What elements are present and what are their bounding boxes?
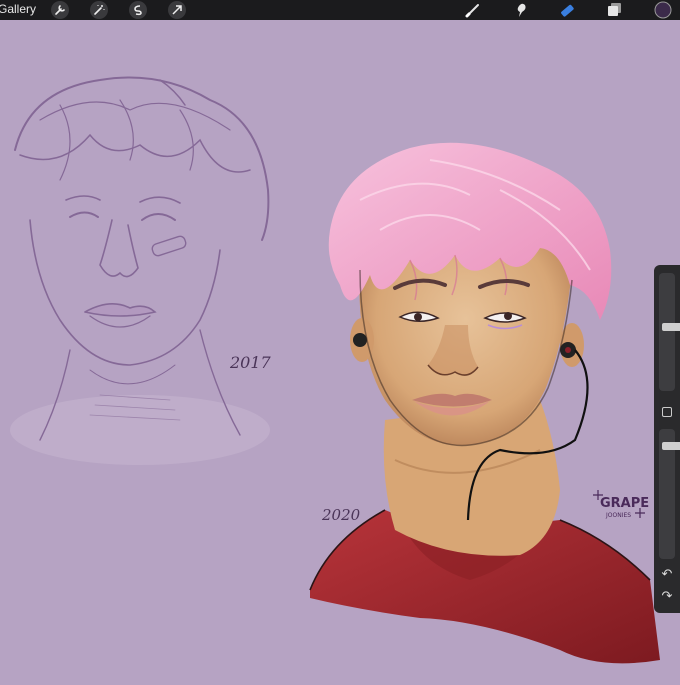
redo-button[interactable]: ↷	[659, 589, 675, 603]
brush-size-slider[interactable]	[659, 273, 680, 391]
transform-button[interactable]	[168, 1, 186, 19]
opacity-thumb[interactable]	[662, 442, 680, 450]
opacity-slider[interactable]	[659, 429, 680, 559]
gallery-button[interactable]: Gallery	[0, 1, 36, 17]
top-toolbar: Gallery	[0, 0, 680, 20]
digital-painting	[309, 142, 660, 664]
wrench-icon	[55, 5, 65, 15]
signature-line-2: JOONIES	[605, 512, 631, 519]
undo-button[interactable]: ↶	[659, 567, 675, 581]
signature-line-1: GRAPE	[600, 496, 649, 511]
selection-icon	[134, 5, 142, 16]
transform-arrow-icon	[172, 5, 182, 15]
layers-icon	[608, 3, 621, 16]
eraser-button[interactable]	[558, 1, 576, 19]
layers-button[interactable]	[606, 1, 624, 19]
adjustments-button[interactable]	[90, 1, 108, 19]
artwork: 2017 2020 GRAPE JOONIES	[10, 76, 660, 664]
modify-button[interactable]	[662, 407, 672, 417]
color-swatch	[654, 1, 672, 19]
smudge-icon	[517, 3, 526, 17]
selection-button[interactable]	[129, 1, 147, 19]
drawing-canvas[interactable]: 2017 2020 GRAPE JOONIES	[0, 20, 680, 680]
brush-sidebar: ↶ ↷	[654, 265, 680, 613]
brush-icon	[465, 4, 479, 18]
brush-button[interactable]	[464, 1, 482, 19]
brush-size-thumb[interactable]	[662, 323, 680, 331]
eraser-icon	[561, 4, 574, 17]
sketch-year-label: 2017	[229, 353, 272, 372]
actions-button[interactable]	[51, 1, 69, 19]
magic-wand-icon	[94, 5, 105, 15]
color-button[interactable]	[654, 1, 672, 19]
pencil-sketch	[10, 76, 270, 465]
smudge-button[interactable]	[511, 1, 529, 19]
signature: GRAPE JOONIES	[593, 490, 649, 519]
painting-year-label: 2020	[321, 506, 361, 524]
